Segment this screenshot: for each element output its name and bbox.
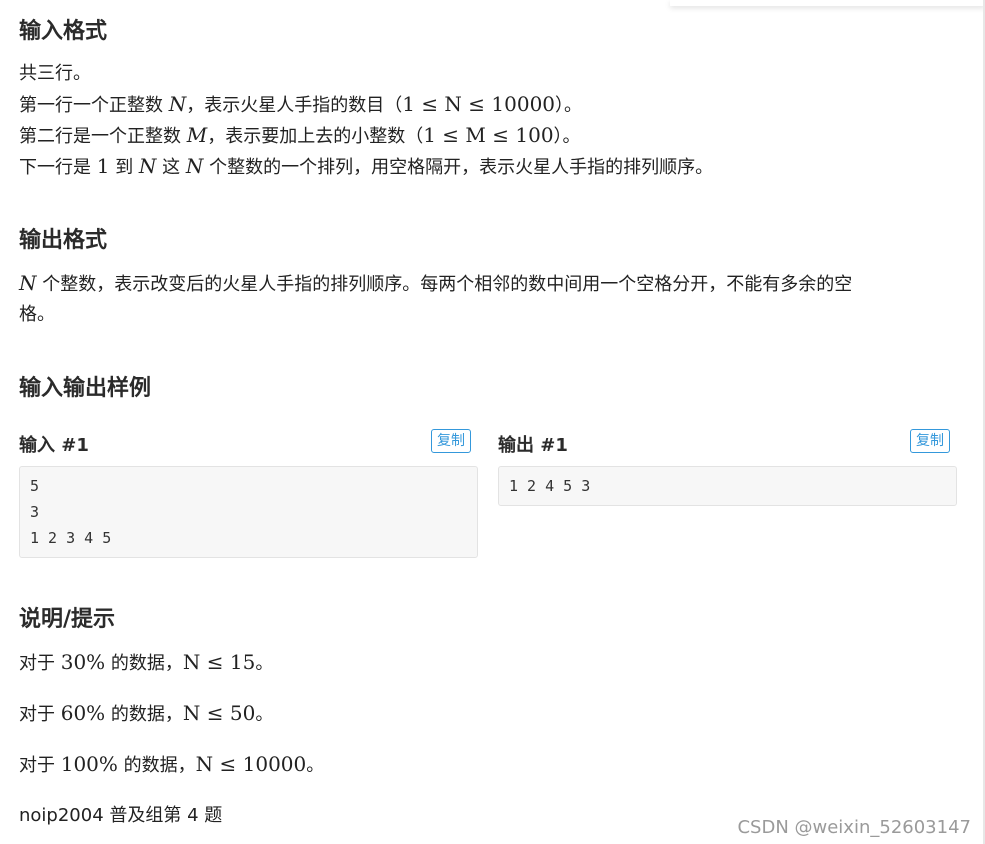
text: 第二行是一个正整数 — [19, 126, 187, 147]
math-num: 1 — [96, 154, 110, 178]
math-condition: N ≤ 50 — [182, 701, 256, 725]
text: ）。 — [553, 126, 581, 147]
text: 。 — [306, 755, 325, 776]
hint-line-1: 对于 30% 的数据，N ≤ 15。 — [19, 646, 273, 680]
text: 到 — [109, 157, 139, 178]
text: 。 — [255, 704, 274, 725]
text: 的数据， — [105, 653, 183, 674]
math-range: 1 ≤ N ≤ 10000 — [402, 92, 556, 116]
math-var: N — [185, 154, 204, 178]
text: 个整数，表示改变后的火星人手指的排列顺序。每两个相邻的数中间用一个空格分开，不能… — [36, 274, 853, 295]
text: 的数据， — [117, 755, 196, 776]
math-var: N — [19, 271, 37, 295]
watermark: CSDN @weixin_52603147 — [737, 817, 971, 838]
code-line: 1 2 4 5 3 — [509, 477, 591, 495]
text: 对于 — [19, 653, 61, 674]
code-line: 1 2 3 4 5 — [30, 529, 112, 547]
text: 下一行是 — [19, 157, 97, 178]
text: 个整数的一个排列，用空格隔开，表示火星人手指的排列顺序。 — [203, 157, 714, 178]
math-var: N — [168, 92, 187, 116]
input-format-line-1: 共三行。 — [19, 58, 91, 90]
text: 格。 — [19, 304, 55, 325]
text: 共三行。 — [19, 63, 91, 84]
input-format-title: 输入格式 — [19, 19, 108, 44]
problem-page: 输入格式 共三行。 第一行一个正整数 N，表示火星人手指的数目（1 ≤ N ≤ … — [0, 0, 985, 844]
output-format-line-1: N 个整数，表示改变后的火星人手指的排列顺序。每两个相邻的数中间用一个空格分开，… — [19, 267, 852, 301]
text: 对于 — [19, 755, 61, 776]
text: 这 — [156, 157, 186, 178]
sample-output-box[interactable]: 1 2 4 5 3 — [498, 466, 957, 506]
hint-title: 说明/提示 — [19, 607, 116, 632]
input-format-line-2: 第一行一个正整数 N，表示火星人手指的数目（1 ≤ N ≤ 10000）。 — [19, 88, 582, 122]
code-line: 5 — [30, 477, 40, 495]
text: ，表示火星人手指的数目（ — [186, 95, 403, 116]
copy-input-button[interactable]: 复制 — [431, 429, 471, 453]
math-percent: 100% — [60, 752, 118, 776]
hint-line-3: 对于 100% 的数据，N ≤ 10000。 — [19, 748, 324, 782]
math-percent: 60% — [60, 701, 106, 725]
problem-source: noip2004 普及组第 4 题 — [19, 805, 223, 826]
code-line: 3 — [30, 503, 40, 521]
math-var: M — [186, 123, 208, 147]
math-var: N — [138, 154, 157, 178]
math-range: 1 ≤ M ≤ 100 — [423, 123, 554, 147]
hint-line-2: 对于 60% 的数据，N ≤ 50。 — [19, 697, 273, 731]
text: 的数据， — [105, 704, 183, 725]
output-format-line-2: 格。 — [19, 299, 55, 331]
top-shadow — [670, 0, 985, 6]
math-condition: N ≤ 10000 — [195, 752, 307, 776]
text: ，表示要加上去的小整数（ — [207, 126, 424, 147]
math-condition: N ≤ 15 — [182, 650, 256, 674]
sample-input-box[interactable]: 5 3 1 2 3 4 5 — [19, 466, 478, 558]
math-percent: 30% — [60, 650, 106, 674]
input-format-line-4: 下一行是 1 到 N 这 N 个整数的一个排列，用空格隔开，表示火星人手指的排列… — [19, 150, 713, 184]
sample-output-title: 输出 #1 — [498, 435, 568, 456]
sample-input-title: 输入 #1 — [19, 435, 89, 456]
copy-output-button[interactable]: 复制 — [910, 429, 950, 453]
text: 。 — [255, 653, 274, 674]
text: 对于 — [19, 704, 61, 725]
output-format-title: 输出格式 — [19, 228, 108, 253]
samples-title: 输入输出样例 — [19, 376, 152, 401]
text: ）。 — [555, 95, 583, 116]
input-format-line-3: 第二行是一个正整数 M，表示要加上去的小整数（1 ≤ M ≤ 100）。 — [19, 119, 581, 153]
text: 第一行一个正整数 — [19, 95, 169, 116]
